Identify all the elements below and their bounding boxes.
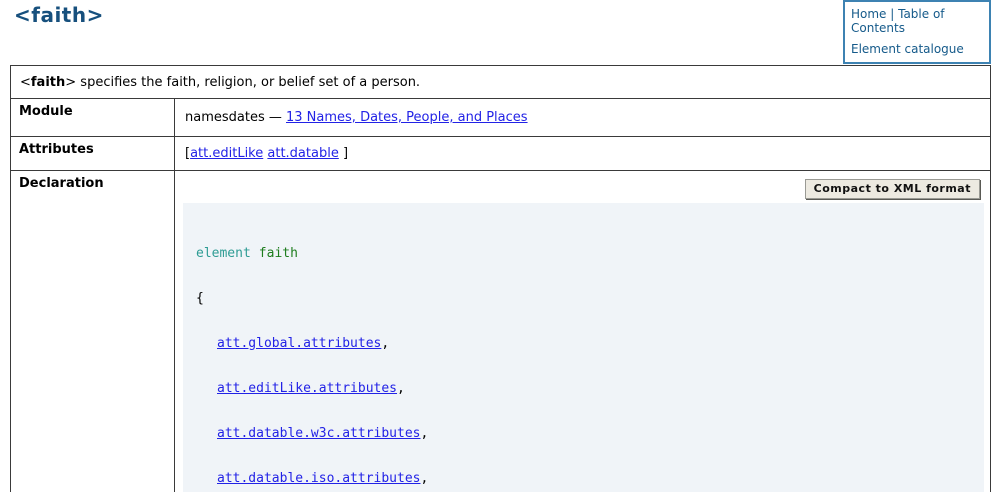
element-spec-table: <faith> specifies the faith, religion, o…	[10, 65, 991, 492]
nav-box: Home | Table of Contents Element catalog…	[843, 0, 991, 64]
module-row: Module namesdates — 13 Names, Dates, Peo…	[11, 99, 991, 137]
module-name: namesdates —	[185, 110, 286, 125]
code-comma: ,	[381, 336, 389, 351]
declaration-toolbar: Compact to XML format	[175, 171, 990, 201]
nav-element-catalogue-link[interactable]: Element catalogue	[851, 42, 964, 56]
code-element-name: faith	[259, 246, 298, 261]
declaration-row: Declaration Compact to XML format elemen…	[11, 171, 991, 492]
declaration-value: Compact to XML format element faith { att…	[175, 171, 991, 492]
attributes-bracket-close: ]	[339, 146, 348, 161]
att-editlike-link[interactable]: att.editLike	[190, 146, 263, 161]
code-brace-open: {	[196, 291, 204, 306]
code-line: att.global.attributes,	[196, 336, 968, 351]
nav-separator: |	[886, 7, 898, 21]
nav-line-1: Home | Table of Contents	[851, 7, 985, 35]
att-datable-link[interactable]: att.datable	[267, 146, 338, 161]
att-global-attributes-link[interactable]: att.global.attributes	[217, 336, 381, 351]
compact-to-xml-button[interactable]: Compact to XML format	[805, 179, 980, 199]
code-line: att.editLike.attributes,	[196, 381, 968, 396]
module-label: Module	[11, 99, 175, 137]
attributes-label: Attributes	[11, 137, 175, 171]
code-line: element faith	[196, 246, 968, 261]
code-line: {	[196, 291, 968, 306]
element-description: <faith> specifies the faith, religion, o…	[11, 66, 991, 99]
code-line: att.datable.iso.attributes,	[196, 471, 968, 486]
module-value: namesdates — 13 Names, Dates, People, an…	[175, 99, 991, 137]
declaration-code-block: element faith { att.global.attributes, at…	[183, 203, 984, 492]
att-datable-w3c-attributes-link[interactable]: att.datable.w3c.attributes	[217, 426, 421, 441]
description-row: <faith> specifies the faith, religion, o…	[11, 66, 991, 99]
desc-tag-name: faith	[31, 75, 65, 90]
page-title: <faith>	[14, 3, 104, 27]
nav-line-2: Element catalogue	[851, 42, 985, 56]
nav-home-link[interactable]: Home	[851, 7, 886, 21]
code-keyword: element	[196, 246, 251, 261]
attributes-row: Attributes [att.editLike att.datable ]	[11, 137, 991, 171]
att-datable-iso-attributes-link[interactable]: att.datable.iso.attributes	[217, 471, 421, 486]
page: <faith> Home | Table of Contents Element…	[0, 0, 996, 492]
desc-text: specifies the faith, religion, or belief…	[76, 75, 420, 90]
att-editlike-attributes-link[interactable]: att.editLike.attributes	[217, 381, 397, 396]
code-comma: ,	[397, 381, 405, 396]
desc-tag-open: <	[20, 75, 31, 90]
code-comma: ,	[421, 471, 429, 486]
declaration-label: Declaration	[11, 171, 175, 492]
code-line: att.datable.w3c.attributes,	[196, 426, 968, 441]
attributes-value: [att.editLike att.datable ]	[175, 137, 991, 171]
module-chapter-link[interactable]: 13 Names, Dates, People, and Places	[286, 110, 528, 125]
code-comma: ,	[421, 426, 429, 441]
desc-tag-close: >	[65, 75, 76, 90]
